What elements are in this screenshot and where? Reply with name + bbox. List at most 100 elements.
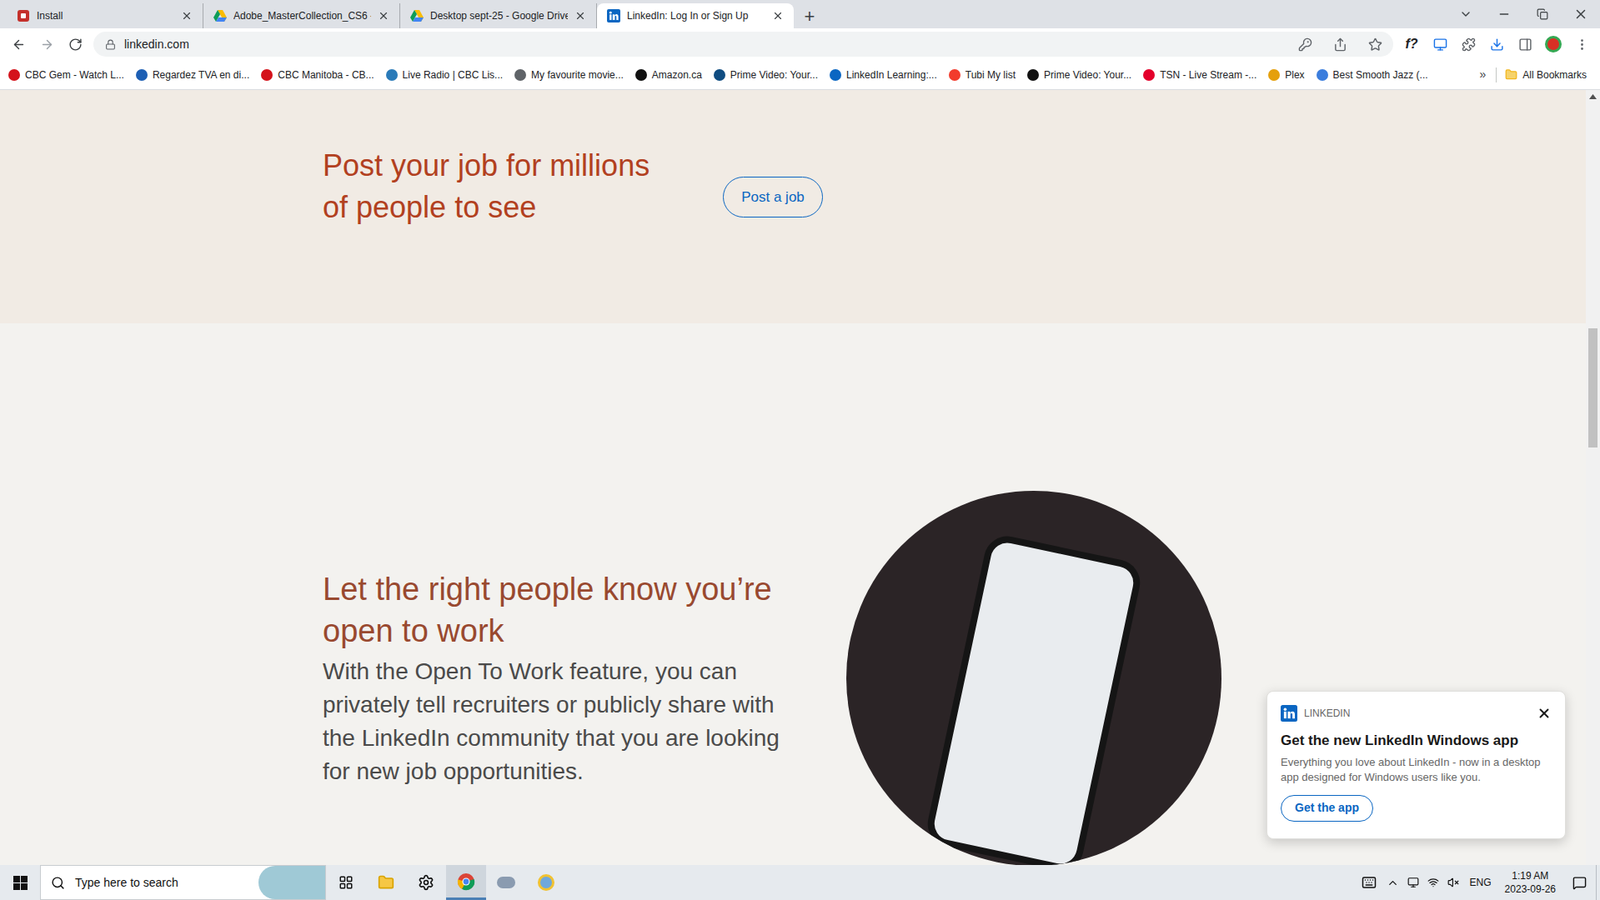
popup-body: Everything you love about LinkedIn - now… (1280, 755, 1552, 786)
browser-tab[interactable]: Install (6, 3, 204, 29)
touch-keyboard-button[interactable] (1354, 865, 1384, 900)
bookmark-item[interactable]: Prime Video: Your... (713, 67, 818, 83)
tab-title: Desktop sept-25 - Google Drive (430, 8, 568, 24)
browser-tab[interactable]: Adobe_MasterCollection_CS6 - ( (203, 3, 401, 29)
post-job-section: Post your job for millions of people to … (0, 90, 1586, 324)
back-button[interactable] (5, 30, 32, 58)
device-icon (1407, 877, 1420, 889)
new-tab-button[interactable]: + (797, 3, 823, 29)
task-view-button[interactable] (326, 865, 367, 900)
screen: InstallAdobe_MasterCollection_CS6 - ( Des… (0, 0, 1600, 900)
scroll-up-arrow-icon[interactable] (1589, 94, 1597, 100)
settings-button[interactable] (406, 865, 447, 900)
network-button[interactable] (1423, 865, 1444, 900)
search-highlight-picture (258, 866, 326, 900)
bookmark-favicon-icon (514, 69, 527, 81)
start-button[interactable] (0, 865, 41, 900)
notifications-button[interactable] (1562, 865, 1596, 900)
download-icon (1489, 37, 1505, 52)
linkedin-logo-icon (1280, 705, 1298, 723)
open-to-work-body: With the Open To Work feature, you can p… (322, 655, 807, 789)
bookmark-item[interactable]: Tubi My list (948, 67, 1016, 83)
close-tab-icon[interactable] (377, 10, 390, 22)
close-tab-icon[interactable] (772, 10, 784, 22)
browser-tab[interactable]: LinkedIn: Log In or Sign Up (596, 3, 794, 29)
bookmark-item[interactable]: TSN - Live Stream -... (1143, 67, 1257, 83)
lock-icon (105, 39, 116, 51)
bookmarks-overflow-button[interactable]: » (1473, 65, 1494, 84)
taskbar-search[interactable]: Type here to search (40, 865, 327, 900)
file-explorer-button[interactable] (366, 865, 407, 900)
windows-logo-icon (13, 876, 28, 891)
task-view-icon (338, 875, 354, 891)
bookmark-item[interactable]: Best Smooth Jazz (... (1316, 67, 1429, 83)
close-tab-icon[interactable] (180, 10, 193, 22)
download-button[interactable] (1483, 30, 1510, 58)
bookmark-item[interactable]: Amazon.ca (635, 67, 703, 83)
bookmark-item[interactable]: Regardez TVA en di... (135, 67, 250, 83)
address-text: linkedin.com (124, 35, 1284, 54)
bookmark-favicon-icon (1316, 69, 1329, 81)
drive-icon (213, 9, 227, 23)
reload-icon (68, 37, 83, 52)
share-icon (1333, 37, 1348, 52)
popup-title: Get the new LinkedIn Windows app (1280, 730, 1552, 753)
browser-tab[interactable]: Desktop sept-25 - Google Drive (400, 3, 597, 29)
app-button[interactable] (526, 865, 567, 900)
chevron-down-icon (1459, 7, 1473, 21)
language-indicator[interactable]: ENG (1463, 875, 1499, 891)
share-button[interactable] (1326, 30, 1354, 58)
show-desktop-button[interactable] (1595, 865, 1600, 900)
clock[interactable]: 1:19 AM2023-09-26 (1498, 869, 1563, 897)
hidden-icons-button[interactable] (1383, 865, 1404, 900)
bookmark-favicon-icon (1268, 69, 1280, 81)
extension-button[interactable]: f? (1398, 30, 1425, 58)
popup-close-icon[interactable] (1536, 706, 1552, 722)
scrollbar-thumb[interactable] (1588, 328, 1598, 448)
tab-search-button[interactable] (1446, 0, 1485, 29)
bookmark-item[interactable]: Live Radio | CBC Lis... (386, 67, 504, 83)
reload-button[interactable] (61, 30, 89, 58)
minimize-button[interactable] (1484, 0, 1524, 29)
password-key-button[interactable] (1291, 30, 1319, 58)
bookmark-star-button[interactable] (1361, 30, 1389, 58)
profile-button[interactable] (1539, 30, 1567, 58)
clock-time: 1:19 AM (1511, 869, 1549, 883)
bookmark-item[interactable]: My favourite movie... (514, 67, 624, 83)
volume-button[interactable] (1443, 865, 1464, 900)
bookmark-favicon-icon (948, 69, 961, 81)
notifications-icon (1572, 876, 1587, 891)
restore-button[interactable] (1523, 0, 1562, 29)
forward-button[interactable] (33, 30, 61, 58)
menu-button[interactable] (1568, 30, 1595, 58)
omnibox[interactable]: linkedin.com (93, 31, 1394, 57)
close-tab-icon[interactable] (574, 10, 587, 22)
app-icon (16, 9, 31, 23)
app-button[interactable] (486, 865, 527, 900)
post-job-heading: Post your job for millions of people to … (322, 145, 657, 229)
device-button[interactable] (1403, 865, 1424, 900)
close-window-button[interactable] (1561, 0, 1600, 29)
bookmark-item[interactable]: CBC Gem - Watch L... (8, 67, 125, 83)
password-key-icon (1298, 37, 1313, 52)
bookmark-item[interactable]: CBC Manitoba - CB... (260, 67, 374, 83)
get-app-button[interactable]: Get the app (1280, 795, 1374, 823)
keyboard-icon (1361, 875, 1377, 891)
close-icon (1573, 6, 1589, 22)
bookmark-item[interactable]: Prime Video: Your... (1027, 67, 1132, 83)
bookmark-item[interactable]: LinkedIn Learning:... (829, 67, 938, 83)
chrome-button[interactable] (446, 865, 487, 900)
side-panel-button[interactable] (1511, 30, 1539, 58)
linkedin-icon (606, 9, 621, 23)
extensions-button[interactable] (1454, 30, 1482, 58)
all-bookmarks-button[interactable]: All Bookmarks (1499, 67, 1592, 83)
popup-source: LINKEDIN (1304, 706, 1530, 722)
window-controls (1446, 0, 1600, 29)
minimize-icon (1497, 7, 1511, 21)
system-tray: ENG1:19 AM2023-09-26 (1354, 865, 1600, 900)
post-job-button[interactable]: Post a job (722, 176, 823, 218)
scrollbar[interactable] (1585, 90, 1600, 866)
screen-capture-button[interactable] (1426, 30, 1454, 58)
forward-icon (40, 37, 55, 52)
bookmark-item[interactable]: Plex (1268, 67, 1305, 83)
